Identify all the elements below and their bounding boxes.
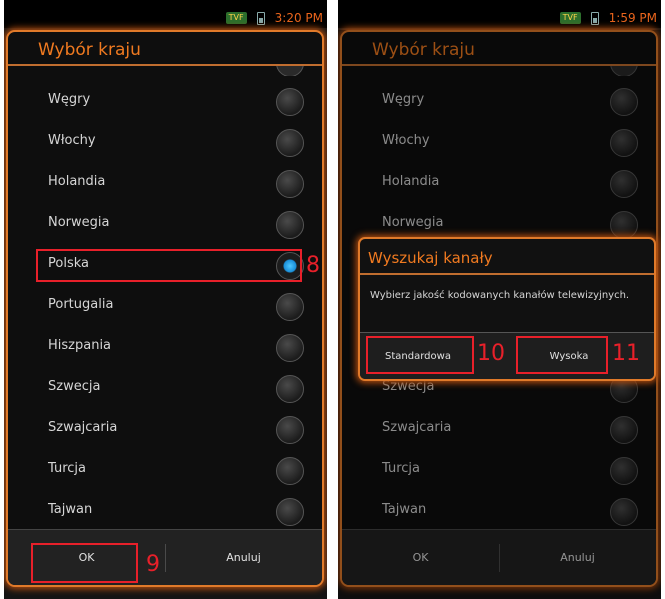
- radio-button[interactable]: [276, 498, 304, 526]
- radio-button[interactable]: [276, 129, 304, 157]
- partial-radio-icon: [276, 66, 304, 76]
- annotation-11: 11: [612, 341, 640, 366]
- status-bar: TVF 1:59 PM: [338, 0, 661, 28]
- radio-button[interactable]: [276, 170, 304, 198]
- annotation-9: 9: [146, 552, 160, 577]
- country-label: Holandia: [48, 174, 106, 189]
- highlight-ok: [31, 543, 138, 583]
- country-item-turcja[interactable]: Turcja: [8, 450, 322, 490]
- dialog-title: Wybór kraju: [38, 40, 141, 60]
- country-item-szwajcaria[interactable]: Szwajcaria: [8, 409, 322, 449]
- popup-title: Wyszukaj kanały: [368, 249, 493, 267]
- popup-title-divider: [360, 273, 654, 275]
- status-bar: TVF 3:20 PM: [4, 0, 327, 28]
- radio-button[interactable]: [276, 457, 304, 485]
- country-item-hiszpania[interactable]: Hiszpania: [8, 327, 322, 367]
- country-item-wlochy[interactable]: Włochy: [8, 122, 322, 162]
- radio-button[interactable]: [276, 375, 304, 403]
- country-label: Portugalia: [48, 297, 114, 312]
- country-item-tajwan[interactable]: Tajwan: [8, 491, 322, 531]
- radio-button[interactable]: [276, 416, 304, 444]
- tv-icon: TVF: [225, 12, 247, 24]
- battery-icon: [256, 11, 265, 25]
- country-item-szwecja[interactable]: Szwecja: [8, 368, 322, 408]
- country-label: Szwecja: [48, 379, 101, 394]
- country-label: Tajwan: [48, 502, 93, 517]
- highlight-wysoka: [516, 336, 608, 374]
- country-label: Norwegia: [48, 215, 110, 230]
- country-item-holandia[interactable]: Holandia: [8, 163, 322, 203]
- right-screen: TVF 1:59 PM Wybór kraju Węgry Włochy Hol…: [338, 0, 661, 599]
- title-divider: [8, 64, 322, 66]
- country-label: Hiszpania: [48, 338, 112, 353]
- country-dialog: Wybór kraju Węgry Włochy Holandia Norweg…: [6, 30, 324, 587]
- radio-button[interactable]: [276, 334, 304, 362]
- status-time: 3:20 PM: [274, 11, 323, 25]
- tv-icon: TVF: [559, 12, 581, 24]
- country-item-portugalia[interactable]: Portugalia: [8, 286, 322, 326]
- country-label: Włochy: [48, 133, 96, 148]
- popup-message: Wybierz jakość kodowanych kanałów telewi…: [370, 290, 630, 301]
- radio-button[interactable]: [276, 293, 304, 321]
- highlight-standardowa: [366, 336, 474, 374]
- highlight-polska: [36, 249, 302, 282]
- cancel-button[interactable]: Anuluj: [165, 530, 322, 585]
- status-time: 1:59 PM: [608, 11, 657, 25]
- country-item-wegry[interactable]: Węgry: [8, 81, 322, 121]
- country-label: Węgry: [48, 92, 91, 107]
- country-label: Szwajcaria: [48, 420, 118, 435]
- battery-icon: [590, 11, 599, 25]
- left-screen: TVF 3:20 PM Wybór kraju Węgry Włochy Hol…: [4, 0, 327, 599]
- radio-button[interactable]: [276, 88, 304, 116]
- radio-button[interactable]: [276, 211, 304, 239]
- annotation-10: 10: [477, 341, 505, 366]
- country-item-norwegia[interactable]: Norwegia: [8, 204, 322, 244]
- annotation-8: 8: [306, 253, 320, 278]
- country-label: Turcja: [48, 461, 86, 476]
